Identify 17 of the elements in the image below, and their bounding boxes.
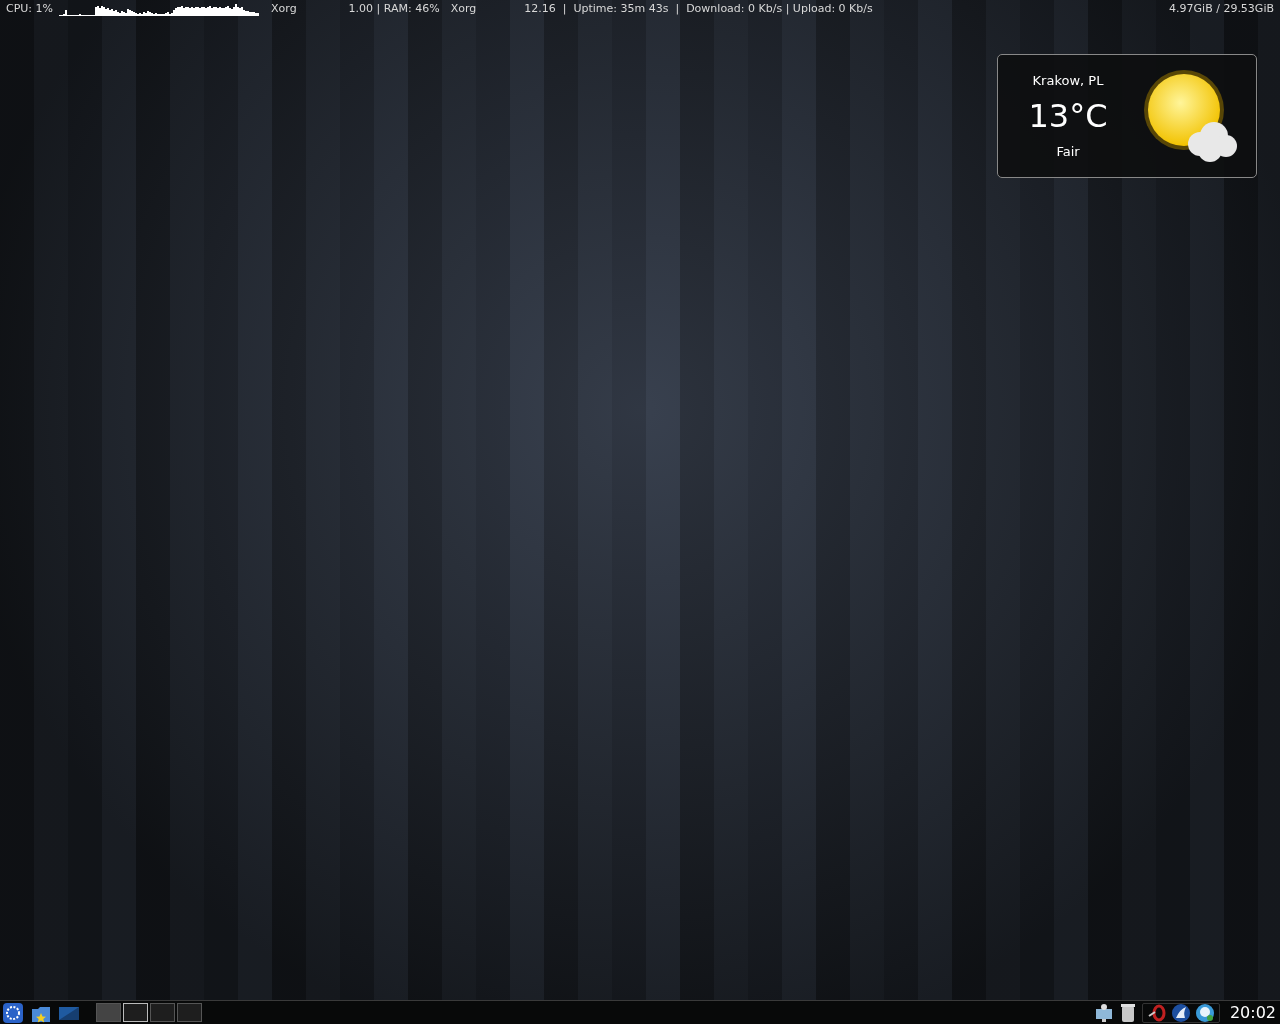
chat-bubble-icon[interactable] xyxy=(1194,1002,1215,1023)
weather-location: Krakow, PL xyxy=(1032,71,1104,90)
tray-icon[interactable] xyxy=(1170,1002,1191,1023)
weather-temperature: 13°C xyxy=(1028,100,1108,132)
trash-icon[interactable] xyxy=(1119,1002,1136,1023)
disk-usage: 4.97GiB / 29.53GiB xyxy=(1169,0,1274,17)
load-ram: 1.00 | RAM: 46% xyxy=(348,0,440,17)
network-icon[interactable] xyxy=(1093,1002,1114,1023)
app-launcher-icon[interactable] xyxy=(2,1001,24,1024)
weather-condition: Fair xyxy=(1056,143,1080,161)
clock[interactable]: 20:02 xyxy=(1229,1000,1276,1024)
virtual-desktop[interactable] xyxy=(123,1003,148,1022)
process-name: Xorg xyxy=(450,0,477,17)
tray-icon[interactable] xyxy=(1146,1003,1167,1022)
process-name: Xorg xyxy=(271,0,297,17)
cpu-usage: CPU: 1% xyxy=(6,0,54,17)
system-stats: 12.16 | Uptime: 35m 43s | Download: 0 Kb/s | Upload: 0 Kb/s xyxy=(524,0,873,17)
